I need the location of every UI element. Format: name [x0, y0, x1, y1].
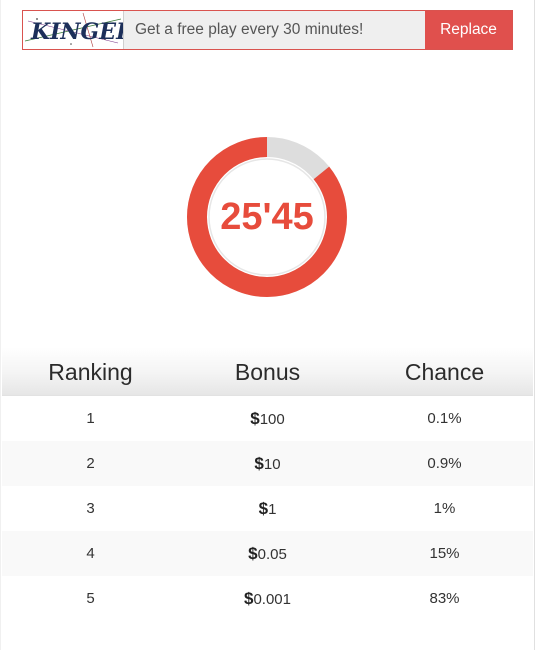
banner-message: Get a free play every 30 minutes!	[135, 21, 364, 38]
chance-cell: 0.1%	[427, 410, 462, 427]
bonus-cell: $100	[179, 409, 356, 429]
countdown-timer: 25'45	[187, 137, 347, 297]
bonus-amount: 1	[268, 500, 277, 518]
page-left-border	[0, 0, 1, 650]
bonus-cell: $0.001	[179, 589, 356, 609]
bonus-cell: $1	[179, 499, 356, 519]
currency-symbol: $	[258, 498, 269, 518]
bonus-table: Ranking Bonus Chance 1 $100 0.1% 2 $10 0…	[2, 347, 533, 621]
rank-cell: 4	[86, 545, 95, 562]
bonus-cell: $0.05	[179, 544, 356, 564]
header-chance: Chance	[404, 358, 485, 385]
table-row: 4 $0.05 15%	[2, 531, 533, 576]
chance-cell: 83%	[429, 590, 460, 607]
bonus-cell: $10	[179, 454, 356, 474]
timer-value: 25'45	[220, 195, 314, 238]
bonus-amount: 0.05	[257, 545, 287, 563]
chance-cell: 15%	[429, 545, 460, 562]
rank-cell: 5	[86, 590, 95, 607]
currency-symbol: $	[248, 543, 258, 563]
table-row: 3 $1 1%	[2, 486, 533, 531]
table-header: Ranking Bonus Chance	[2, 347, 533, 396]
chance-cell: 0.9%	[427, 455, 462, 472]
rank-cell: 1	[86, 410, 95, 427]
rank-cell: 2	[86, 455, 95, 472]
captcha-text: KINGED	[30, 19, 124, 45]
bonus-amount: 10	[263, 455, 281, 473]
free-play-banner: KINGED Get a free play every 30 minutes!…	[22, 10, 513, 50]
replace-button[interactable]: Replace	[425, 11, 512, 49]
table-row: 5 $0.001 83%	[2, 576, 533, 621]
rank-cell: 3	[86, 500, 95, 517]
bonus-amount: 100	[259, 410, 285, 428]
chance-cell: 1%	[433, 500, 456, 517]
captcha-image: KINGED	[23, 11, 124, 49]
table-row: 1 $100 0.1%	[2, 396, 533, 441]
header-ranking: Ranking	[48, 358, 133, 385]
bonus-amount: 0.001	[253, 590, 291, 608]
table-row: 2 $10 0.9%	[2, 441, 533, 486]
currency-symbol: $	[250, 408, 260, 428]
header-bonus: Bonus	[234, 358, 301, 385]
currency-symbol: $	[254, 453, 264, 473]
